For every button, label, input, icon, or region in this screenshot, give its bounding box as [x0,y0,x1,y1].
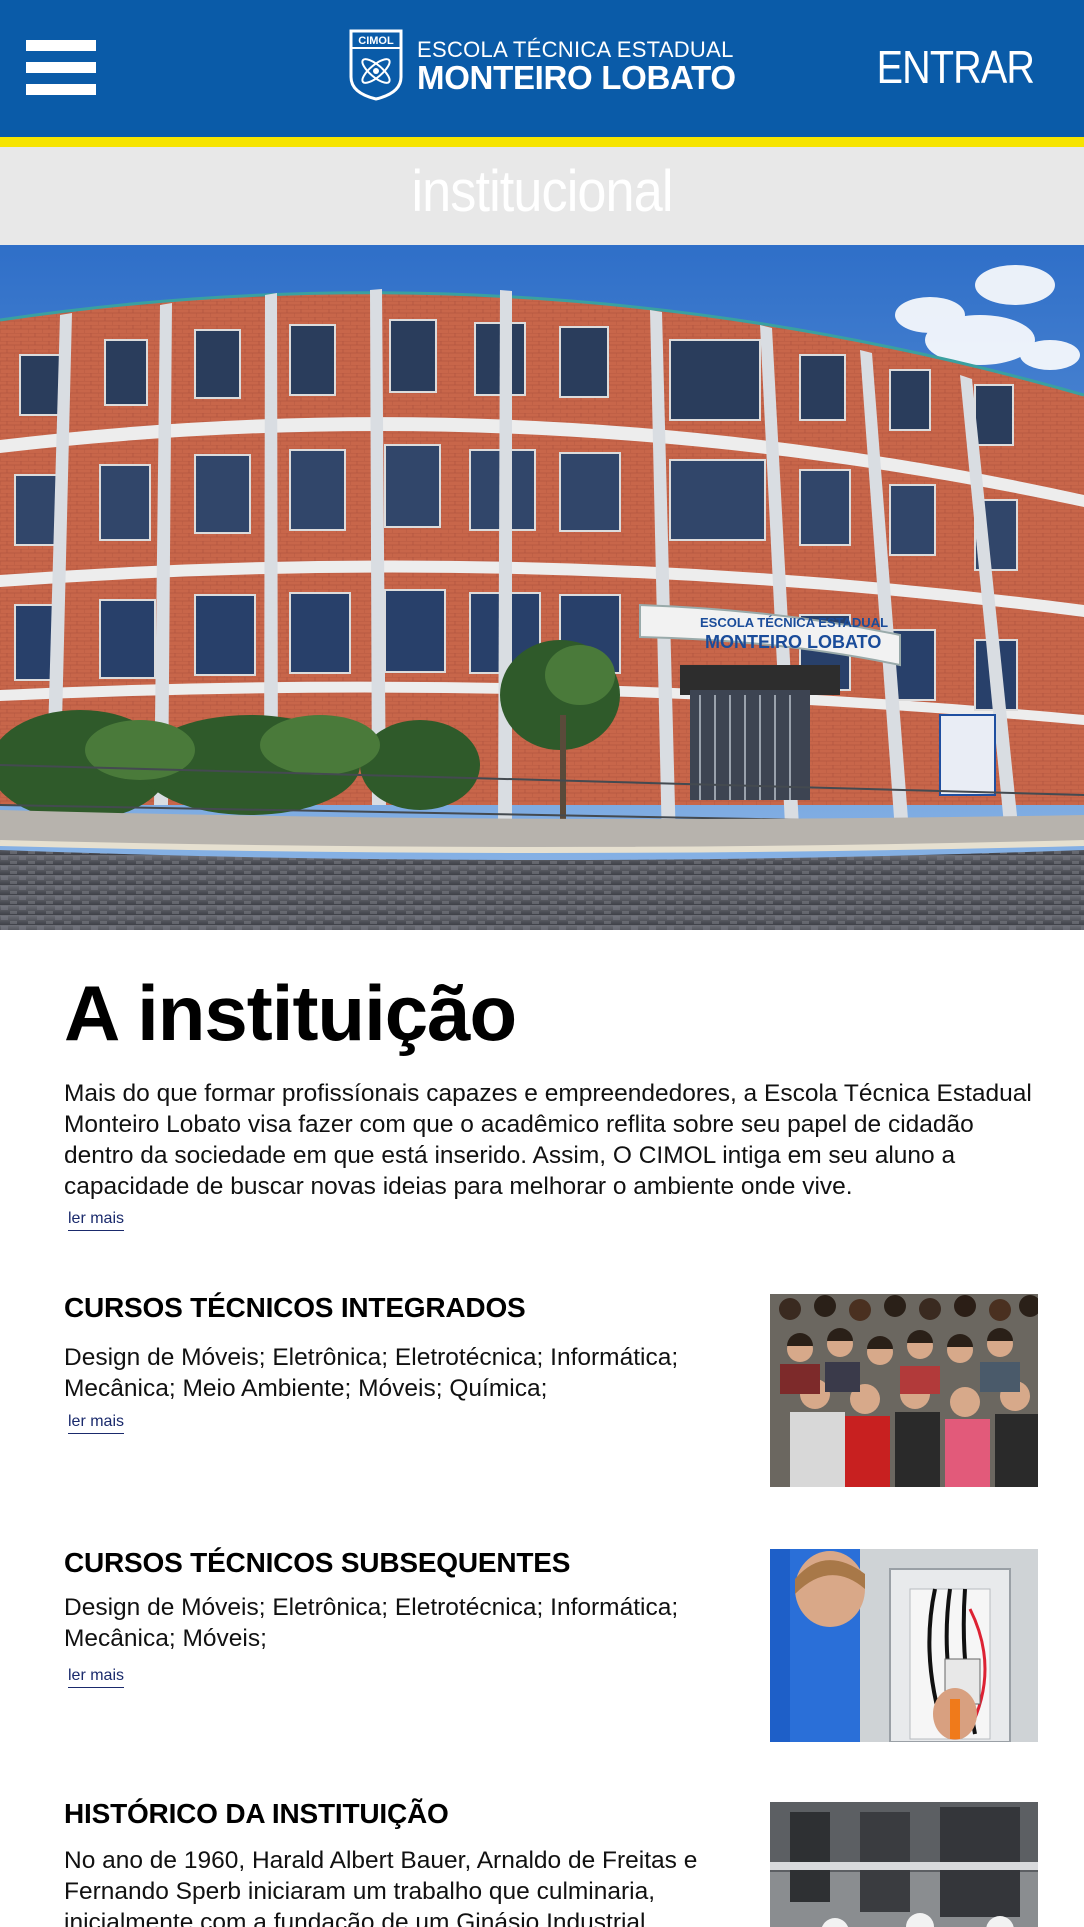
read-more-link[interactable]: ler mais [68,1667,125,1688]
entrance-sign-line2: MONTEIRO LOBATO [705,632,881,652]
login-button[interactable]: ENTRAR [877,40,1035,94]
course-description: Design de Móveis; Eletrônica; Eletrotécn… [64,1344,679,1402]
course-subsequent: CURSOS TÉCNICOS SUBSEQUENTES Design de M… [64,1547,1064,1742]
school-logo[interactable]: CIMOL ESCOLA TÉCNICA ESTADUAL MONTEIRO L… [349,29,736,101]
cimol-shield-icon: CIMOL [349,29,403,101]
section-title: institucional [411,159,673,224]
page-heading: A instituição [64,969,517,1057]
menu-bar [26,40,96,51]
course-description: Design de Móveis; Eletrônica; Eletrotécn… [64,1594,679,1652]
menu-bar [26,84,96,95]
read-more-link[interactable]: ler mais [68,1210,125,1231]
electrician-photo-illustration [770,1549,1038,1742]
logo-badge-text: CIMOL [358,35,394,47]
logo-line-school-name: MONTEIRO LOBATO [417,59,736,96]
section-bar: institucional [0,147,1084,245]
students-crowd-photo[interactable] [770,1294,1038,1487]
menu-bar [26,62,96,73]
building-illustration: ESCOLA TÉCNICA ESTADUAL MONTEIRO LOBATO [0,245,1084,930]
read-more-link[interactable]: ler mais [68,1413,125,1434]
entrance-sign-line1: ESCOLA TÉCNICA ESTADUAL [700,615,888,630]
top-header: CIMOL ESCOLA TÉCNICA ESTADUAL MONTEIRO L… [0,0,1084,137]
students-photo-illustration [770,1294,1038,1487]
institution-history: HISTÓRICO DA INSTITUIÇÃO No ano de 1960,… [64,1798,1064,1927]
intro-paragraph: Mais do que formar profissíonais capazes… [64,1080,1032,1200]
electrician-photo[interactable] [770,1549,1038,1742]
history-photo[interactable] [770,1802,1038,1927]
hamburger-menu-icon[interactable] [26,40,96,96]
course-description: No ano de 1960, Harald Albert Bauer, Arn… [64,1847,698,1927]
history-photo-illustration [770,1802,1038,1927]
course-integrated: CURSOS TÉCNICOS INTEGRADOS Design de Móv… [64,1292,1064,1487]
header-accent-stripe [0,137,1084,147]
hero-building-photo: ESCOLA TÉCNICA ESTADUAL MONTEIRO LOBATO [0,245,1084,930]
